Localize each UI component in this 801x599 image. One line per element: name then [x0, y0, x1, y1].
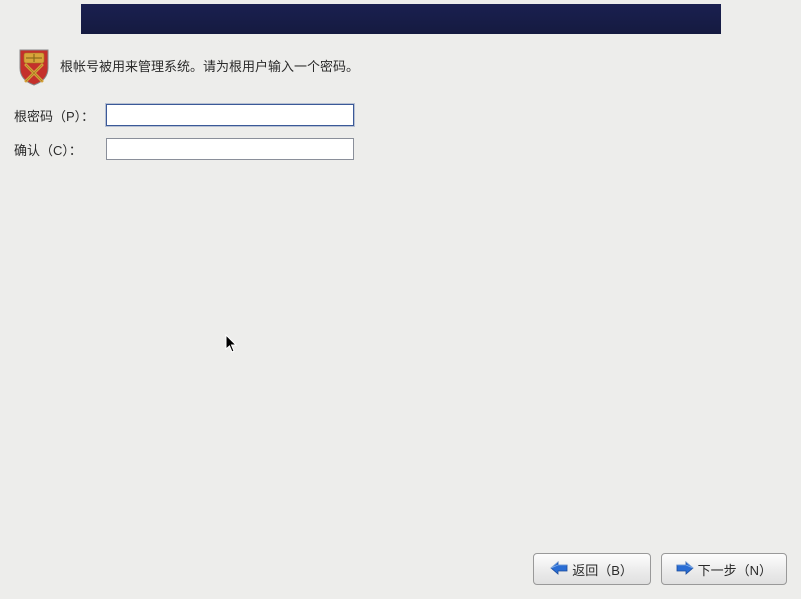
- next-button-label: 下一步（N）: [698, 560, 772, 579]
- confirm-row: 确认（C）：: [14, 138, 354, 160]
- back-button[interactable]: 返回（B）: [533, 553, 651, 585]
- next-button[interactable]: 下一步（N）: [661, 553, 787, 585]
- header-bar: [81, 4, 721, 34]
- confirm-label: 确认（C）：: [14, 140, 106, 159]
- arrow-left-icon: [550, 561, 568, 578]
- root-password-input[interactable]: [106, 104, 354, 126]
- mouse-cursor-icon: [225, 334, 239, 357]
- button-bar: 返回（B） 下一步（N）: [533, 553, 787, 585]
- shield-icon: [18, 48, 50, 86]
- description-text: 根帐号被用来管理系统。请为根用户输入一个密码。: [60, 57, 359, 77]
- root-password-form: 根密码（P）： 确认（C）：: [14, 104, 354, 172]
- password-label: 根密码（P）：: [14, 106, 106, 125]
- arrow-right-icon: [676, 561, 694, 578]
- description-row: 根帐号被用来管理系统。请为根用户输入一个密码。: [18, 48, 359, 86]
- confirm-password-input[interactable]: [106, 138, 354, 160]
- back-button-label: 返回（B）: [572, 560, 633, 579]
- password-row: 根密码（P）：: [14, 104, 354, 126]
